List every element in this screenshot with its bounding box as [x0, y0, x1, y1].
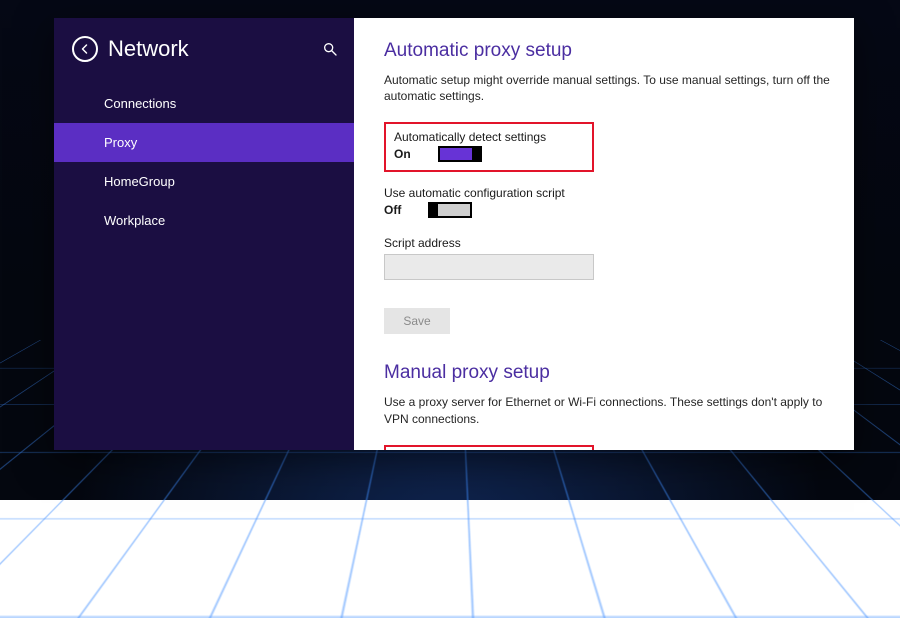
section-desc-automatic: Automatic setup might override manual se…	[384, 72, 830, 104]
setting-script-address: Script address	[384, 236, 830, 280]
sidebar-header: Network	[54, 32, 354, 84]
page-title: Network	[108, 36, 312, 62]
sidebar-item-proxy[interactable]: Proxy	[54, 123, 354, 162]
highlight-auto-detect: Automatically detect settings On	[384, 122, 594, 172]
sidebar-item-homegroup[interactable]: HomeGroup	[54, 162, 354, 201]
input-script-address[interactable]	[384, 254, 594, 280]
toggle-auto-detect[interactable]	[438, 146, 482, 162]
sidebar-item-connections[interactable]: Connections	[54, 84, 354, 123]
section-title-automatic: Automatic proxy setup	[384, 40, 830, 62]
state-auto-detect: On	[394, 147, 422, 161]
section-desc-manual: Use a proxy server for Ethernet or Wi-Fi…	[384, 394, 830, 426]
save-button[interactable]: Save	[384, 308, 450, 334]
label-config-script: Use automatic configuration script	[384, 186, 830, 200]
sidebar-nav: Connections Proxy HomeGroup Workplace	[54, 84, 354, 240]
toggle-config-script[interactable]	[428, 202, 472, 218]
content-pane: Automatic proxy setup Automatic setup mi…	[354, 18, 854, 450]
search-button[interactable]	[322, 41, 338, 57]
state-config-script: Off	[384, 203, 412, 217]
settings-window: Network Connections Proxy HomeGroup Work…	[54, 18, 854, 450]
back-button[interactable]	[72, 36, 98, 62]
highlight-use-proxy: Use a proxy server Off	[384, 445, 594, 450]
section-title-manual: Manual proxy setup	[384, 362, 830, 384]
label-auto-detect: Automatically detect settings	[394, 130, 584, 144]
search-icon	[322, 41, 338, 57]
arrow-left-icon	[79, 43, 91, 55]
setting-config-script: Use automatic configuration script Off	[384, 186, 830, 218]
sidebar: Network Connections Proxy HomeGroup Work…	[54, 18, 354, 450]
label-script-address: Script address	[384, 236, 830, 250]
sidebar-item-workplace[interactable]: Workplace	[54, 201, 354, 240]
